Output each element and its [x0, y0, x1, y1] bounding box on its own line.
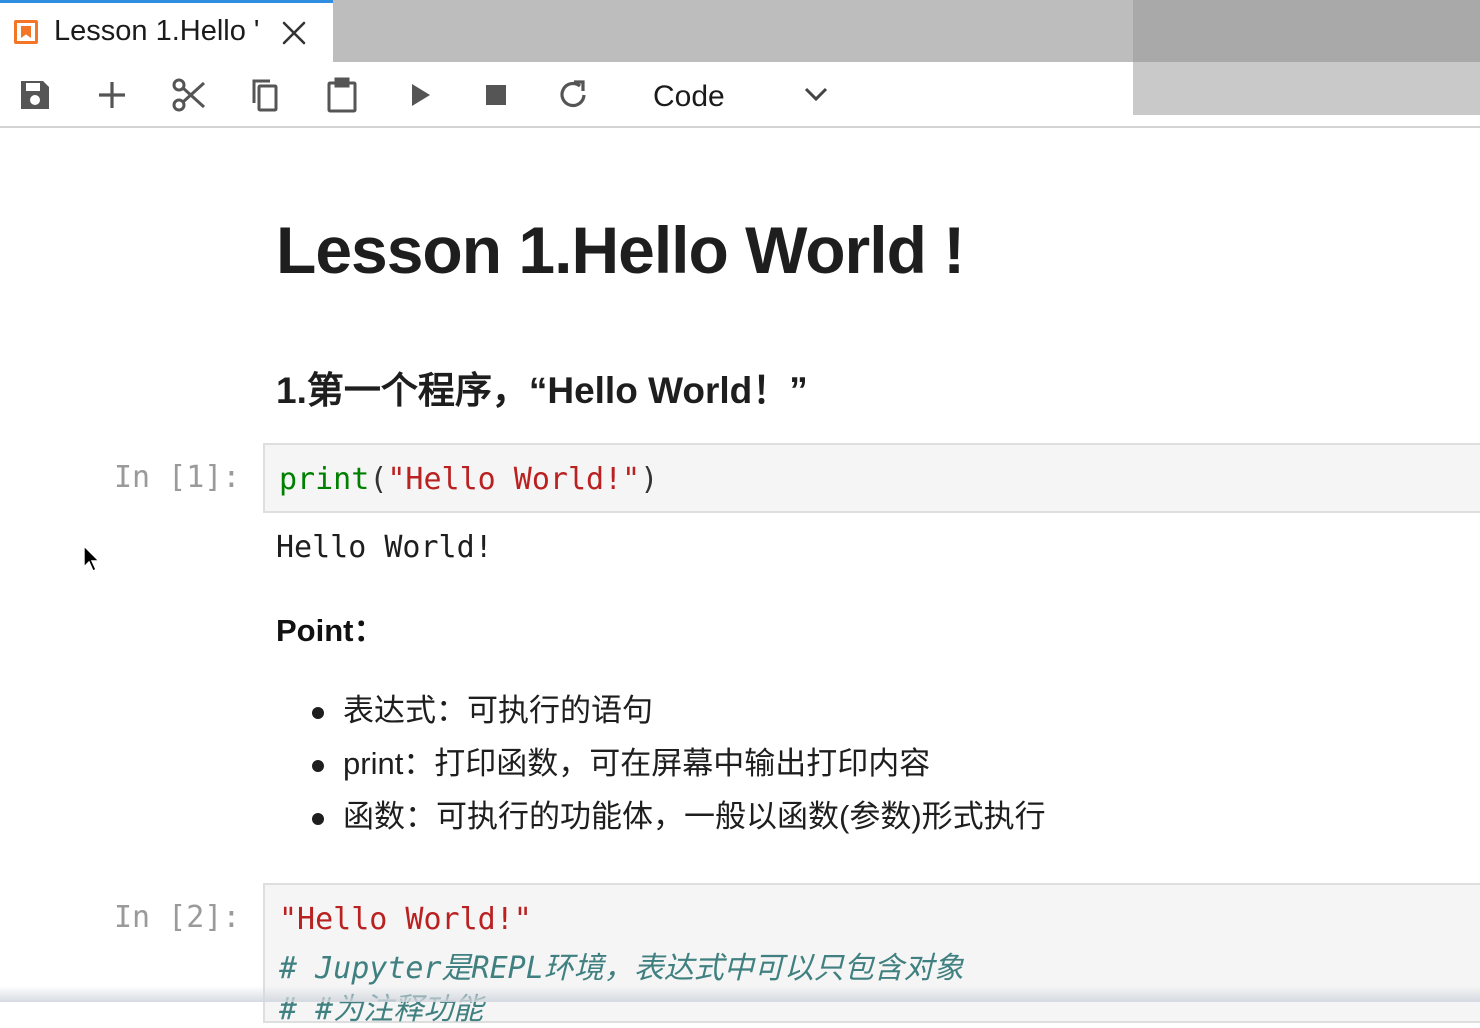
close-icon[interactable] [280, 19, 308, 47]
list-item: 表达式：可执行的语句 [276, 688, 1046, 741]
tabbar-empty-area [1133, 0, 1480, 62]
code-cell-1[interactable]: print("Hello World!") [263, 443, 1480, 513]
cell1-output: Hello World! [276, 530, 493, 565]
point-list: 表达式：可执行的语句 print：打印函数，可在屏幕中输出打印内容 函数：可执行… [276, 688, 1046, 847]
point-label: Point： [276, 613, 385, 648]
cut-icon[interactable] [170, 76, 208, 114]
notebook-toolbar: Code [0, 62, 1480, 128]
code-paren-open: ( [369, 462, 388, 497]
list-item: 函数：可执行的功能体，一般以函数(参数)形式执行 [276, 794, 1046, 847]
list-item: print：打印函数，可在屏幕中输出打印内容 [276, 741, 1046, 794]
cell1-prompt: In [1]: [114, 460, 241, 495]
add-icon[interactable] [93, 76, 131, 114]
code-comment: # Jupyter是REPL环境，表达式中可以只包含对象 [279, 951, 964, 986]
restart-icon[interactable] [554, 76, 592, 114]
toolbar-empty-area [1133, 62, 1480, 115]
run-icon[interactable] [401, 76, 439, 114]
copy-icon[interactable] [246, 76, 284, 114]
save-icon[interactable] [16, 76, 54, 114]
tab-bar: Lesson 1.Hello ' [0, 0, 1480, 62]
code-builtin: print [279, 462, 370, 497]
code-paren-close: ) [640, 462, 659, 497]
tab-title: Lesson 1.Hello ' [54, 15, 260, 47]
code-string: "Hello World!" [387, 462, 641, 497]
mouse-cursor-icon [83, 544, 101, 578]
paste-icon[interactable] [323, 76, 361, 114]
notebook-icon [14, 20, 38, 44]
notebook-tab[interactable]: Lesson 1.Hello ' [0, 0, 333, 62]
cell-type-dropdown[interactable]: Code [640, 72, 840, 118]
notebook-title: Lesson 1.Hello World ! [276, 213, 965, 287]
cell2-prompt: In [2]: [114, 900, 241, 935]
section-heading: 1.第一个程序，“Hello World！” [276, 370, 808, 411]
cell-type-value: Code [653, 80, 725, 113]
code-line: "Hello World!" [279, 902, 532, 937]
stop-icon[interactable] [477, 76, 515, 114]
code-line: print("Hello World!") [279, 462, 658, 497]
code-cell-2[interactable]: "Hello World!" # Jupyter是REPL环境，表达式中可以只包… [263, 883, 1480, 1027]
bottom-edge [0, 986, 1480, 1002]
chevron-down-icon [803, 84, 829, 109]
